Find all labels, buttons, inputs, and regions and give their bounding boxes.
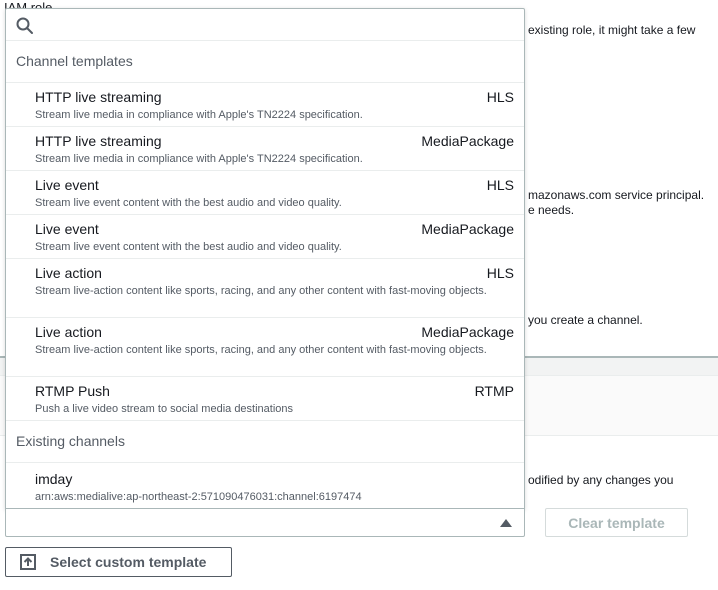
dropdown-search [6, 9, 524, 41]
background-text: you create a channel. [528, 313, 643, 327]
option-tag: RTMP [474, 383, 514, 399]
option-label: HTTP live streaming [35, 89, 162, 105]
option-rtmp-push[interactable]: RTMP Push RTMP Push a live video stream … [6, 377, 524, 421]
select-custom-template-button[interactable]: Select custom template [5, 547, 232, 577]
caret-up-icon [500, 519, 512, 527]
group-header-channel-templates: Channel templates [6, 41, 524, 83]
option-tag: HLS [486, 89, 514, 105]
option-description: Push a live video stream to social media… [35, 403, 294, 415]
option-live-action-hls[interactable]: Live action HLS Stream live-action conte… [6, 259, 524, 318]
option-description: Stream live event content with the best … [35, 197, 342, 209]
template-dropdown: Channel templates HTTP live streaming HL… [5, 8, 525, 510]
option-label: imday [35, 471, 73, 487]
upload-icon [20, 554, 36, 570]
option-label: Live event [35, 177, 99, 193]
option-tag: MediaPackage [421, 221, 514, 237]
option-live-event-hls[interactable]: Live event HLS Stream live event content… [6, 171, 524, 215]
background-text: existing role, it might take a few [528, 23, 696, 37]
option-description: Stream live media in compliance with App… [35, 153, 363, 165]
option-tag: MediaPackage [421, 133, 514, 149]
option-description: Stream live media in compliance with App… [35, 109, 363, 121]
option-tag: MediaPackage [421, 324, 514, 340]
option-tag: HLS [486, 265, 514, 281]
dropdown-search-input[interactable] [38, 13, 518, 37]
search-icon [16, 17, 33, 34]
option-description: Stream live event content with the best … [35, 241, 342, 253]
option-description: Stream live-action content like sports, … [35, 285, 487, 297]
select-custom-template-label: Select custom template [50, 554, 207, 570]
option-tag: HLS [486, 177, 514, 193]
option-http-live-streaming-hls[interactable]: HTTP live streaming HLS Stream live medi… [6, 83, 524, 127]
option-description: Stream live-action content like sports, … [35, 344, 487, 356]
option-label: RTMP Push [35, 383, 110, 399]
group-header-existing-channels: Existing channels [6, 421, 524, 463]
option-live-event-mediapackage[interactable]: Live event MediaPackage Stream live even… [6, 215, 524, 259]
option-description: arn:aws:medialive:ap-northeast-2:5710904… [35, 491, 362, 503]
option-http-live-streaming-mediapackage[interactable]: HTTP live streaming MediaPackage Stream … [6, 127, 524, 171]
background-text: odified by any changes you [528, 473, 674, 487]
clear-template-button[interactable]: Clear template [545, 508, 688, 537]
background-text: e needs. [528, 203, 575, 217]
template-select[interactable] [5, 508, 525, 537]
option-live-action-mediapackage[interactable]: Live action MediaPackage Stream live-act… [6, 318, 524, 377]
option-label: Live action [35, 265, 102, 281]
option-existing-channel-imday[interactable]: imday arn:aws:medialive:ap-northeast-2:5… [6, 463, 524, 508]
background-text: mazonaws.com service principal. [528, 188, 705, 202]
